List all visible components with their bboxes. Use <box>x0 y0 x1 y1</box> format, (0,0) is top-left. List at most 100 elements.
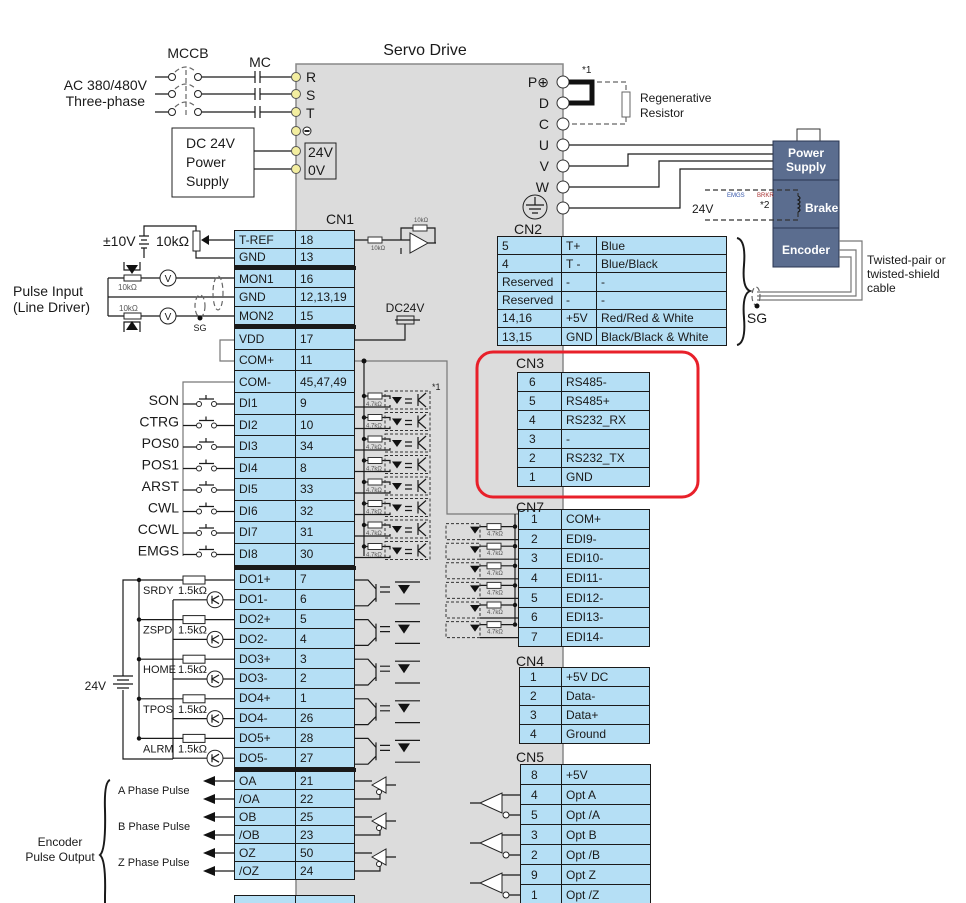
cn1-signal-cell: GND <box>234 248 296 266</box>
cn3-signal-cell: - <box>561 429 650 449</box>
pulse-pot-label: 10kΩ <box>119 304 138 313</box>
cn1-pin-cell: 28 <box>295 727 355 749</box>
motor-brake-label: Brake <box>805 201 839 215</box>
cn4-label: CN4 <box>516 653 545 669</box>
cn5-pin-cell: 8 <box>520 764 562 785</box>
cn7-signal-cell: EDI11- <box>561 567 650 589</box>
pulse-pot-label: 10kΩ <box>118 283 137 292</box>
cn3-pin-cell: 6 <box>517 372 562 392</box>
terminal-label: V <box>540 158 550 174</box>
di-name: EMGS <box>138 543 179 559</box>
cn7-pin-cell: 2 <box>518 528 562 550</box>
do-name: HOME <box>143 664 176 676</box>
relay-diode-icon <box>206 630 224 648</box>
cn7-signal-cell: COM+ <box>561 509 650 530</box>
resistor-icon <box>367 414 383 421</box>
cn1-pin-cell: 4 <box>295 628 355 650</box>
phase-label: Z Phase Pulse <box>118 857 190 869</box>
switch-contact <box>196 508 202 515</box>
dc-supply-label: Power <box>186 154 226 170</box>
switch-contact <box>211 487 217 493</box>
cn3-pin-cell: 5 <box>517 391 562 411</box>
resistor-label: 4.7kΩ <box>366 402 382 408</box>
cn2-pin-cell: 14,16 <box>497 308 562 328</box>
switch-icon <box>199 481 214 486</box>
cn1-pin-cell: 18 <box>295 230 355 249</box>
resistor-label: 4.7kΩ <box>366 553 382 559</box>
buffer-bubble <box>502 851 510 859</box>
mc-label: MC <box>249 54 271 70</box>
cn5-signal-cell: Opt /Z <box>561 884 651 903</box>
cable-label: twisted-shield <box>867 267 940 281</box>
switch-icon <box>199 502 214 508</box>
connector-separator <box>234 266 356 270</box>
switch-icon <box>199 459 214 465</box>
mccb-label: MCCB <box>167 45 208 61</box>
cn1-signal-cell: /OB <box>234 825 296 844</box>
cn1-pin-cell: 7 <box>295 569 355 590</box>
resistor-icon <box>486 581 502 589</box>
do-resistor-label: 1.5kΩ <box>178 625 207 637</box>
cn7-signal-cell: EDI14- <box>561 626 650 648</box>
cn1-signal-cell: DO5- <box>234 747 296 768</box>
cn1-pin-cell: 2 <box>295 668 355 689</box>
cn2-pin-cell: Reserved <box>497 290 562 310</box>
resistor-icon <box>182 615 206 625</box>
cn4-pin-cell: 1 <box>519 667 562 687</box>
switch-icon <box>199 524 214 529</box>
do-resistor-label: 1.5kΩ <box>178 743 207 755</box>
switch-contact <box>211 508 217 515</box>
di-name: POS1 <box>142 457 180 473</box>
terminal-s <box>291 89 301 99</box>
cn2-color-cell: Blue <box>596 236 727 256</box>
di-name: CTRG <box>139 414 179 430</box>
cn3-signal-cell: RS485+ <box>561 391 650 411</box>
cn5-pin-cell: 4 <box>520 784 562 805</box>
cn3-pin-cell: 3 <box>517 429 562 449</box>
do-resistor-label: 1.5kΩ <box>178 664 207 676</box>
cn1-pin-cell: 32 <box>295 499 355 522</box>
resistor-icon <box>486 621 502 629</box>
cn7-signal-cell: EDI10- <box>561 548 650 569</box>
cable-label: cable <box>867 281 896 295</box>
cn1-pin-cell: 31 <box>295 521 355 544</box>
cn1-signal-cell: DO5+ <box>234 727 296 749</box>
cn2-signal-cell: - <box>561 272 597 292</box>
resistor-label: 4.7kΩ <box>487 551 503 557</box>
cn1-pin-cell: 1 <box>295 687 355 709</box>
cn1-pin-cell: 50 <box>295 843 355 862</box>
dc-supply-label: Supply <box>186 173 229 189</box>
do-name: SRDY <box>143 585 174 597</box>
cn1-pin-cell: 15 <box>295 306 355 325</box>
resistor-label: 4.7kΩ <box>366 445 382 451</box>
ac-source-label: AC 380/480V <box>64 77 148 93</box>
cn3-signal-cell: RS232_TX <box>561 448 650 468</box>
terminal-r <box>291 72 301 82</box>
cn2-pin-cell: 5 <box>497 236 562 256</box>
cn1-pin-cell: 9 <box>295 392 355 415</box>
resistor-icon <box>367 500 383 507</box>
cn1-pin-cell: 8 <box>295 456 355 479</box>
brake-voltage-label: 24V <box>692 202 713 216</box>
do-name: ALRM <box>143 743 174 755</box>
connector-separator <box>234 325 356 329</box>
pulse-input-label: Pulse Input <box>13 283 83 299</box>
di-name: ARST <box>142 478 180 494</box>
cn1-pin-cell: 16 <box>295 269 355 288</box>
cn1-signal-cell: DO3- <box>234 668 296 689</box>
arrow-left-icon <box>203 794 215 804</box>
switch-contact <box>196 444 202 450</box>
cn1-signal-cell: OB <box>234 807 296 826</box>
phase-label: A Phase Pulse <box>118 785 190 797</box>
cn5-signal-cell: Opt /A <box>561 804 651 825</box>
cn4-pin-cell: 4 <box>519 724 562 744</box>
cn2-signal-cell: - <box>561 290 597 310</box>
cn4-signal-cell: +5V DC <box>561 667 650 687</box>
cn1-signal-cell: OA <box>234 771 296 790</box>
cn1-pin-cell: 23 <box>295 825 355 844</box>
arrow-left-icon <box>203 812 215 822</box>
driver-bubble <box>376 825 382 831</box>
cn1-signal-cell: DO2- <box>234 628 296 650</box>
cn2-label: CN2 <box>514 221 542 237</box>
regen-label: Regenerative <box>640 91 712 105</box>
